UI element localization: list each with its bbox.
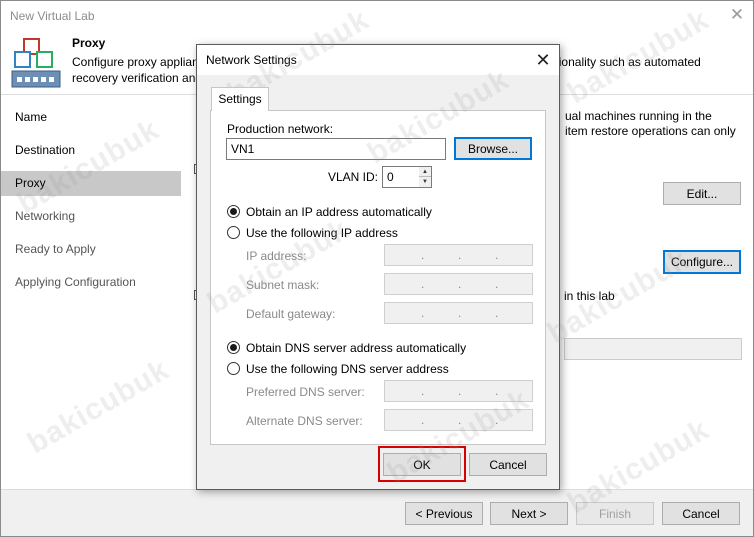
ip-address-label: IP address: [246, 249, 307, 263]
nav-item-proxy[interactable]: Proxy [1, 171, 181, 196]
ip-manual-label[interactable]: Use the following IP address [246, 226, 398, 240]
ip-auto-radio[interactable] [227, 205, 240, 218]
default-gateway-field[interactable]: ... [384, 302, 533, 324]
nav-item-destination[interactable]: Destination [1, 138, 181, 163]
ok-button-highlight [378, 446, 466, 482]
edit-button[interactable]: Edit... [663, 182, 741, 205]
nav-item-ready-to-apply[interactable]: Ready to Apply [1, 237, 181, 262]
ip-address-field[interactable]: ... [384, 244, 533, 266]
vlan-id-label: VLAN ID: [328, 170, 379, 184]
preferred-dns-label: Preferred DNS server: [246, 385, 365, 399]
production-network-input[interactable]: VN1 [226, 138, 446, 160]
lab-internet-text: in this lab [564, 289, 615, 303]
spin-down-icon[interactable]: ▼ [419, 177, 431, 187]
dns-manual-radio[interactable] [227, 362, 240, 375]
wizard-close-icon[interactable]: ✕ [725, 4, 749, 26]
dns-auto-radio[interactable] [227, 341, 240, 354]
wizard-title: New Virtual Lab [10, 9, 95, 23]
spin-up-icon[interactable]: ▲ [419, 167, 431, 177]
finish-button[interactable]: Finish [576, 502, 654, 525]
wizard-steps-nav: Name Destination Proxy Networking Ready … [1, 95, 181, 489]
browse-button[interactable]: Browse... [454, 137, 532, 160]
dialog-titlebar: Network Settings ✕ [197, 45, 559, 75]
subnet-mask-field[interactable]: ... [384, 273, 533, 295]
dialog-close-icon[interactable]: ✕ [531, 49, 555, 71]
configure-button[interactable]: Configure... [663, 250, 741, 274]
virtual-lab-icon [11, 38, 61, 88]
preferred-dns-field[interactable]: ... [384, 380, 533, 402]
alternate-dns-field[interactable]: ... [384, 409, 533, 431]
vlan-id-stepper[interactable]: ▲ ▼ [419, 166, 432, 188]
network-settings-dialog: Network Settings ✕ Settings Production n… [196, 44, 560, 490]
nav-item-applying-configuration[interactable]: Applying Configuration [1, 270, 181, 295]
production-network-label: Production network: [227, 122, 334, 136]
dns-manual-label[interactable]: Use the following DNS server address [246, 362, 449, 376]
wizard-footer: < Previous Next > Finish Cancel [1, 489, 753, 536]
previous-button[interactable]: < Previous [405, 502, 483, 525]
nav-item-name[interactable]: Name [1, 105, 181, 130]
default-gateway-label: Default gateway: [246, 307, 336, 321]
next-button[interactable]: Next > [490, 502, 568, 525]
wizard-step-title: Proxy [72, 36, 106, 50]
alternate-dns-label: Alternate DNS server: [246, 414, 363, 428]
vlan-id-input[interactable]: 0 [382, 166, 420, 188]
subnet-mask-label: Subnet mask: [246, 278, 320, 292]
tab-settings[interactable]: Settings [211, 87, 269, 111]
dialog-title: Network Settings [206, 53, 297, 67]
dialog-cancel-button[interactable]: Cancel [469, 453, 547, 476]
ip-manual-radio[interactable] [227, 226, 240, 239]
ip-auto-label[interactable]: Obtain an IP address automatically [246, 205, 432, 219]
dns-auto-label[interactable]: Obtain DNS server address automatically [246, 341, 466, 355]
wizard-titlebar: New Virtual Lab ✕ [1, 1, 753, 31]
proxy-field[interactable] [564, 338, 742, 360]
wizard-cancel-button[interactable]: Cancel [662, 502, 740, 525]
proxy-description-text: ual machines running in the item restore… [565, 109, 736, 138]
nav-item-networking[interactable]: Networking [1, 204, 181, 229]
